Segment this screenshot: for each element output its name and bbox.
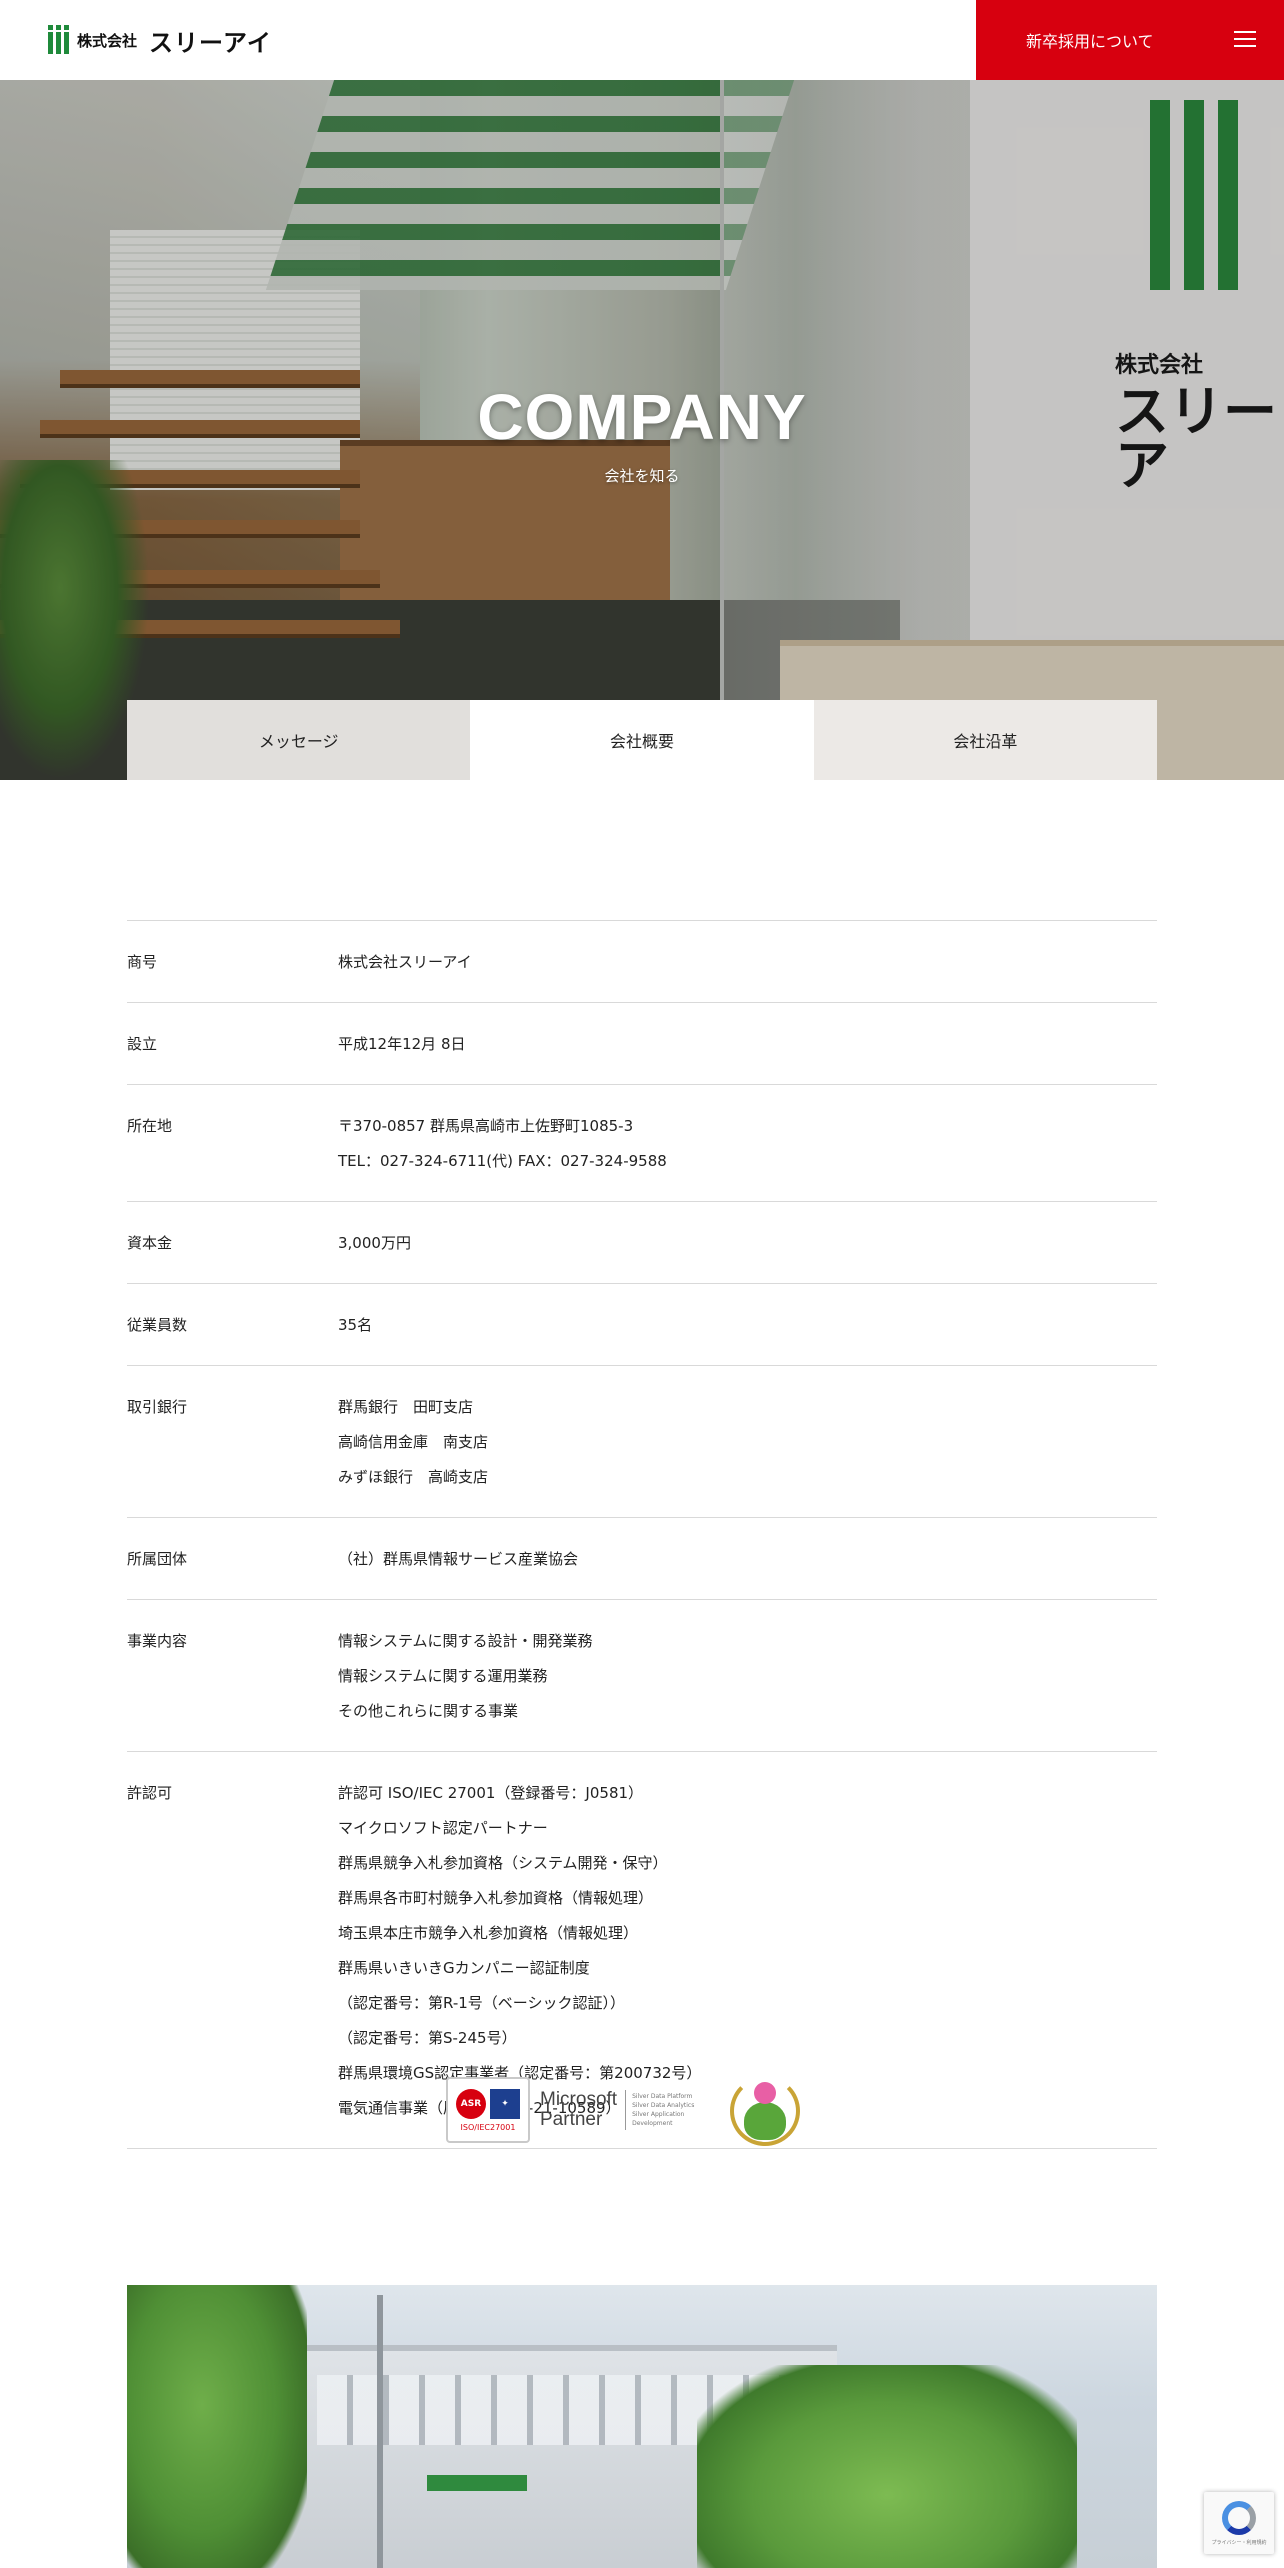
tree-right (697, 2365, 1077, 2568)
row-value: 群馬県各市町村競争入札参加資格（情報処理） (338, 1889, 654, 1907)
building-entrance-canopy (427, 2475, 527, 2491)
row-value: 群馬県いきいきGカンパニー認証制度 (338, 1959, 590, 1977)
row-value: 35名 (338, 1316, 373, 1334)
ms-competency: Silver Data Analytics (632, 2102, 695, 2109)
table-row: 従業員数 35名 (127, 1283, 1157, 1365)
ms-competency: Silver Application Development (632, 2111, 685, 2127)
row-value: 群馬県競争入札参加資格（システム開発・保守） (338, 1854, 668, 1872)
table-row: 所在地 〒370-0857 群馬県高崎市上佐野町1085-3 TEL：027-3… (127, 1084, 1157, 1201)
jab-badge-icon: ✦ (490, 2088, 520, 2119)
ms-line1: Microsoft (540, 2089, 618, 2110)
row-label: 資本金 (127, 1234, 173, 1252)
row-value: 群馬銀行 田町支店 (338, 1398, 474, 1416)
row-value: 3,000万円 (338, 1234, 411, 1252)
row-value: 〒370-0857 群馬県高崎市上佐野町1085-3 (338, 1117, 634, 1135)
certification-logos: ASR ✦ ISO/IEC27001 Microsoft Partner Sil… (446, 2070, 840, 2150)
site-header: 株式会社 スリーアイ 新卒採用について (0, 0, 1284, 80)
ms-line2: Partner (540, 2109, 603, 2130)
recaptcha-badge[interactable]: プライバシー・利用規約 (1204, 2492, 1274, 2554)
row-value: 情報システムに関する運用業務 (338, 1667, 548, 1685)
row-label: 事業内容 (127, 1632, 188, 1650)
page-subtitle: 会社を知る (604, 467, 680, 485)
iso-caption: ISO/IEC27001 (460, 2122, 516, 2132)
section-tabs: メッセージ 会社概要 会社沿革 (127, 700, 1157, 780)
row-value: 許認可 ISO/IEC 27001（登録番号：J0581） (338, 1784, 644, 1802)
row-label: 設立 (127, 1035, 158, 1053)
table-row: 取引銀行 群馬銀行 田町支店 高崎信用金庫 南支店 みずほ銀行 高崎支店 (127, 1365, 1157, 1517)
tree-left (127, 2285, 307, 2568)
tab-company-history[interactable]: 会社沿革 (813, 700, 1157, 780)
row-value: （社）群馬県情報サービス産業協会 (338, 1550, 579, 1568)
row-value: その他これらに関する事業 (338, 1702, 519, 1720)
site-logo[interactable]: 株式会社 スリーアイ (48, 24, 272, 57)
recaptcha-icon (1222, 2500, 1256, 2535)
table-row: 設立 平成12年12月 8日 (127, 1002, 1157, 1084)
row-value: 埼玉県本庄市競争入札参加資格（情報処理） (338, 1924, 639, 1942)
logo-company-name: スリーアイ (149, 28, 272, 57)
company-building-photo (127, 2285, 1157, 2568)
street-light-pole (377, 2295, 383, 2568)
row-label: 商号 (127, 953, 158, 971)
g-company-certification-logo (730, 2072, 800, 2148)
hamburger-menu-icon[interactable] (1234, 31, 1256, 49)
row-value: 株式会社スリーアイ (338, 953, 472, 971)
row-value: 情報システムに関する設計・開発業務 (338, 1632, 593, 1650)
page-title: COMPANY (477, 381, 807, 453)
iii-logo-icon (48, 25, 69, 54)
table-row: 資本金 3,000万円 (127, 1201, 1157, 1283)
iso-certification-logo: ASR ✦ ISO/IEC27001 (446, 2077, 530, 2143)
recruit-button[interactable]: 新卒採用について (976, 0, 1284, 80)
tab-company-overview[interactable]: 会社概要 (470, 700, 814, 780)
asr-badge: ASR (456, 2088, 486, 2119)
recaptcha-text: プライバシー・利用規約 (1211, 2539, 1267, 2546)
recruit-button-label: 新卒採用について (1026, 32, 1154, 51)
company-info-table: 商号 株式会社スリーアイ 設立 平成12年12月 8日 所在地 〒370-085… (127, 920, 1157, 2149)
table-row: 所属団体 （社）群馬県情報サービス産業協会 (127, 1517, 1157, 1599)
row-value: TEL：027-324-6711(代) FAX：027-324-9588 (338, 1152, 667, 1170)
row-value: マイクロソフト認定パートナー (338, 1819, 548, 1837)
ms-competency: Silver Data Platform (632, 2093, 693, 2100)
table-row: 事業内容 情報システムに関する設計・開発業務 情報システムに関する運用業務 その… (127, 1599, 1157, 1751)
row-value: 高崎信用金庫 南支店 (338, 1433, 489, 1451)
row-label: 従業員数 (127, 1316, 188, 1334)
row-value: みずほ銀行 高崎支店 (338, 1468, 489, 1486)
row-label: 所属団体 (127, 1550, 188, 1568)
row-value: （認定番号：第S-245号） (338, 2029, 517, 2047)
row-value: 平成12年12月 8日 (338, 1035, 466, 1053)
table-row: 商号 株式会社スリーアイ (127, 920, 1157, 1002)
flower-icon (754, 2082, 776, 2104)
row-label: 所在地 (127, 1117, 173, 1135)
row-value: （認定番号：第R-1号（ベーシック認証）） (338, 1994, 625, 2012)
row-label: 許認可 (127, 1784, 173, 1802)
tab-message[interactable]: メッセージ (127, 700, 471, 780)
hill-icon (744, 2102, 786, 2140)
row-label: 取引銀行 (127, 1398, 188, 1416)
microsoft-partner-logo: Microsoft Partner Silver Data Platform S… (540, 2090, 720, 2130)
logo-small-text: 株式会社 (77, 31, 138, 50)
